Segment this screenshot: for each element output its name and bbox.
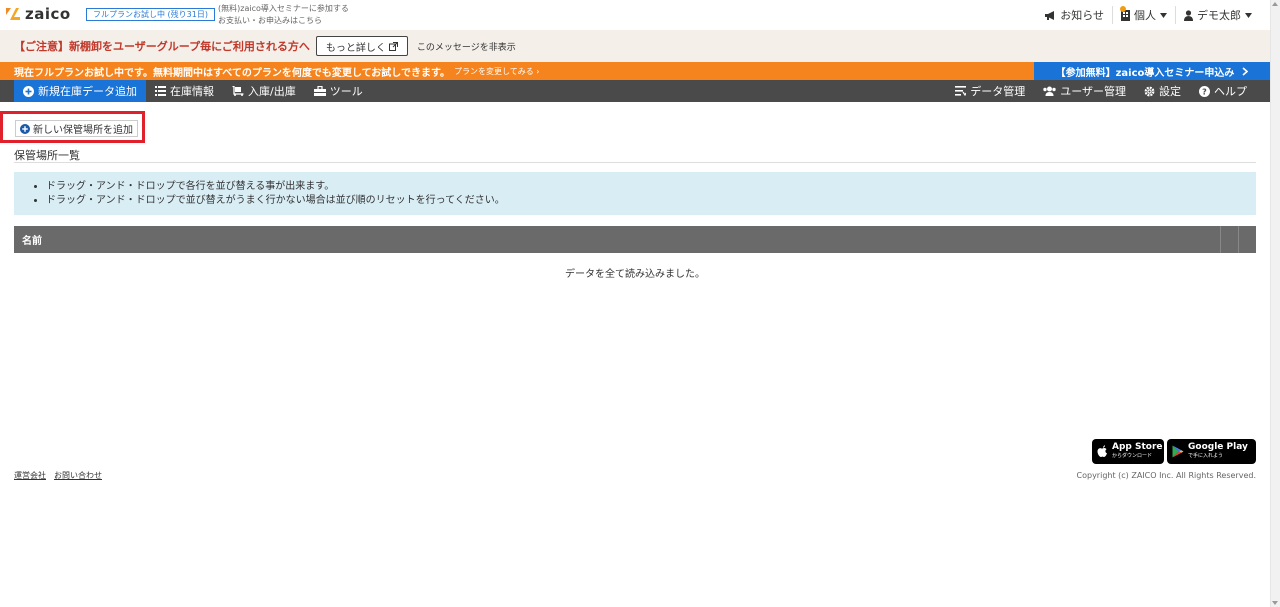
svg-text:?: ? <box>1202 87 1207 96</box>
nav-inventory-info[interactable]: 在庫情報 <box>146 80 223 102</box>
info-box: ドラッグ・アンド・ドロップで各行を並び替える事が出来ます。 ドラッグ・アンド・ド… <box>14 172 1256 215</box>
nav-user-management-label: ユーザー管理 <box>1060 85 1126 98</box>
nav-inventory-info-label: 在庫情報 <box>170 85 214 98</box>
nav-add-item[interactable]: 新規在庫データ追加 <box>14 80 146 102</box>
logo-text: zaico <box>25 5 71 23</box>
chevron-down-icon <box>1160 12 1167 18</box>
nav-in-out-label: 入庫/出庫 <box>248 85 296 98</box>
nav-settings[interactable]: 設定 <box>1135 80 1190 102</box>
megaphone-icon <box>1044 5 1127 21</box>
account-type-label: 個人 <box>1134 9 1156 22</box>
hide-message-link[interactable]: このメッセージを非表示 <box>417 40 516 53</box>
nav-help-label: ヘルプ <box>1214 85 1247 98</box>
more-details-button[interactable]: もっと詳しく <box>315 36 408 56</box>
add-location-button[interactable]: 新しい保管場所を追加 <box>15 120 138 137</box>
highlight-box: 新しい保管場所を追加 <box>0 111 145 143</box>
nav-tools-label: ツール <box>329 85 363 98</box>
payment-link[interactable]: お支払い・お申込みはこちら <box>218 15 349 27</box>
scroll-down-icon[interactable] <box>1272 601 1278 605</box>
nav-settings-label: 設定 <box>1159 85 1181 98</box>
loaded-message: データを全て読み込みました。 <box>565 269 705 280</box>
trial-info-text: 現在フルプランお試し中です。無料期間中はすべてのプランを何度でも変更してお試しで… <box>14 67 450 79</box>
toolbox-icon <box>313 86 326 96</box>
nav-data-management[interactable]: データ管理 <box>946 80 1034 102</box>
nav-data-management-label: データ管理 <box>970 85 1026 98</box>
company-link[interactable]: 運営会社 <box>14 470 46 481</box>
main-nav: 新規在庫データ追加 在庫情報 入庫/出庫 ツール データ管理 ユーザー管理 設定… <box>0 80 1270 102</box>
vertical-scrollbar[interactable] <box>1270 0 1280 607</box>
zaico-logo[interactable]: zaico <box>5 5 71 23</box>
user-icon <box>1184 9 1193 21</box>
google-play-sub-label: で手に入れよう <box>1188 452 1224 459</box>
column-header-empty <box>1220 226 1238 253</box>
app-store-badge[interactable]: App Store からダウンロード <box>1092 439 1164 464</box>
user-name-label: デモ太郎 <box>1197 9 1241 22</box>
top-header: zaico フルプランお試し中 (残り31日) (無料)zaico導入セミナーに… <box>0 0 1270 30</box>
notice-dot <box>1120 5 1127 12</box>
info-item: ドラッグ・アンド・ドロップで並び替えがうまく行かない場合は並び順のリセットを行っ… <box>46 194 1256 208</box>
warning-bar: 【ご注意】新棚卸をユーザーグループ毎にご利用される方へ もっと詳しく このメッセ… <box>0 30 1270 62</box>
page-title: 保管場所一覧 <box>14 149 80 162</box>
scroll-up-icon[interactable] <box>1272 2 1278 6</box>
help-circle-icon: ? <box>1199 85 1210 97</box>
trial-badge[interactable]: フルプランお試し中 (残り31日) <box>86 8 215 21</box>
nav-help[interactable]: ? ヘルプ <box>1190 80 1256 102</box>
footer-links: 運営会社 お問い合わせ <box>14 470 102 481</box>
google-play-main-label: Google Play <box>1188 441 1248 452</box>
column-header-name[interactable]: 名前 <box>14 232 1220 247</box>
data-list-icon <box>955 86 967 96</box>
nav-tools[interactable]: ツール <box>305 80 372 102</box>
warning-text: 【ご注意】新棚卸をユーザーグループ毎にご利用される方へ <box>14 40 310 53</box>
notice-button[interactable]: お知らせ <box>1036 5 1127 24</box>
notice-label: お知らせ <box>1060 9 1104 22</box>
info-item: ドラッグ・アンド・ドロップで各行を並び替える事が出来ます。 <box>46 180 1256 194</box>
seminar-signup-button[interactable]: 【参加無料】zaico導入セミナー申込み <box>1034 62 1270 80</box>
apple-icon <box>1097 445 1108 458</box>
dolly-icon <box>232 86 244 96</box>
chevron-right-icon <box>1242 66 1249 76</box>
header-links: (無料)zaico導入セミナーに参加する お支払い・お申込みはこちら <box>218 3 349 27</box>
seminar-link[interactable]: (無料)zaico導入セミナーに参加する <box>218 3 349 15</box>
column-header-empty <box>1238 226 1256 253</box>
copyright-text: Copyright (c) ZAICO Inc. All Rights Rese… <box>1076 471 1256 480</box>
chevron-down-icon <box>1245 12 1252 18</box>
seminar-signup-label: 【参加無料】zaico導入セミナー申込み <box>1055 67 1235 79</box>
plus-circle-icon <box>20 123 30 134</box>
app-store-sub-label: からダウンロード <box>1112 452 1153 459</box>
header-right: お知らせ 個人 デモ太郎 <box>1036 5 1260 24</box>
change-plan-link[interactable]: プランを変更してみる › <box>454 66 540 77</box>
trial-info-bar: 現在フルプランお試し中です。無料期間中はすべてのプランを何度でも変更してお試しで… <box>0 62 1270 80</box>
list-icon <box>155 86 166 96</box>
nav-user-management[interactable]: ユーザー管理 <box>1034 80 1135 102</box>
zaico-logo-icon <box>5 6 21 22</box>
plus-circle-icon <box>23 85 34 97</box>
user-dropdown[interactable]: デモ太郎 <box>1175 6 1260 24</box>
gear-icon <box>1144 86 1155 97</box>
contact-link[interactable]: お問い合わせ <box>54 470 102 481</box>
nav-in-out[interactable]: 入庫/出庫 <box>223 80 305 102</box>
more-details-label: もっと詳しく <box>325 42 386 54</box>
external-link-icon <box>388 41 398 51</box>
table-header: 名前 <box>14 226 1256 253</box>
nav-add-item-label: 新規在庫データ追加 <box>38 85 137 98</box>
google-play-badge[interactable]: Google Play で手に入れよう <box>1167 439 1256 464</box>
app-store-main-label: App Store <box>1112 441 1163 452</box>
divider <box>14 162 1256 163</box>
add-location-label: 新しい保管場所を追加 <box>33 125 133 136</box>
google-play-icon <box>1172 445 1184 458</box>
users-icon <box>1043 86 1056 96</box>
